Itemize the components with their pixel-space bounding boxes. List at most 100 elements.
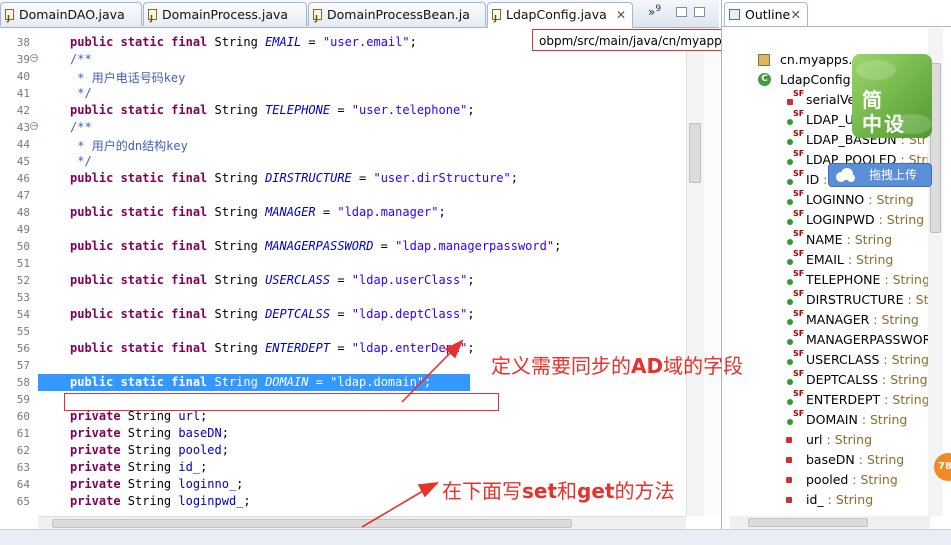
code-line[interactable]: 61 private String baseDN; [0,425,686,442]
minimize-icon[interactable] [676,7,687,17]
code-line[interactable]: 49 [0,221,686,238]
outline-item[interactable]: pooled : String [786,470,898,490]
code-line[interactable]: 44 * 用户的dn结构key [0,136,686,153]
code-line[interactable]: 52 public static final String USERCLASS =… [0,272,686,289]
code-text: public static final String USERCLASS = "… [70,273,475,287]
code-line[interactable]: 48 public static final String MANAGER = "… [0,204,686,221]
static-final-field-icon: SF [786,389,804,407]
code-text: private String pooled; [70,443,229,457]
outline-item[interactable]: SF ENTERDEPT : String [787,389,930,410]
private-field-icon [786,457,792,463]
scrollbar-thumb[interactable] [748,518,868,527]
code-text: */ [70,154,91,168]
code-token: String [214,375,266,389]
code-line[interactable]: 42 public static final String TELEPHONE =… [0,102,686,119]
outline-horizontal-scrollbar[interactable] [730,516,930,529]
code-line[interactable]: 50 public static final String MANAGERPASS… [0,238,686,255]
code-token: /** [70,120,92,134]
static-final-field-icon: SF [786,129,804,147]
outline-item[interactable]: url : String [786,430,872,450]
outline-item[interactable]: SF USERCLASS : String [787,349,929,370]
maximize-icon[interactable] [694,7,705,17]
line-number: 58 [16,376,30,389]
outline-item-type: : String [823,492,874,507]
close-tab-icon[interactable]: ✕ [616,3,626,27]
outline-item[interactable]: SF DEPTCALSS : String [787,369,928,390]
code-token: String [214,205,266,219]
code-line[interactable]: 55 [0,323,686,340]
outline-item[interactable]: SF LDAP_UI [787,109,858,130]
tab-overflow-button[interactable]: »9 [648,4,661,19]
outline-item-name: MANAGERPASSWOR [806,332,932,347]
outline-item[interactable]: SF DOMAIN : String [787,409,907,430]
outline-item[interactable]: SF DIRSTRUCTURE : Stri [787,289,937,310]
code-token: = [308,375,331,389]
outline-item[interactable]: SF ID : [787,169,828,190]
outline-item[interactable]: SF MANAGER : String [787,309,919,330]
java-file-icon [5,7,14,31]
outline-item-type: : String [879,352,929,367]
code-token: ; [467,307,475,321]
outline-item-name: LOGINPWD [806,212,875,227]
code-line-selected[interactable]: 58 public static final String DOMAIN = "l… [17,374,470,391]
code-line[interactable]: 53 [0,289,686,306]
code-token: public static final [70,273,215,287]
drag-upload-button[interactable]: 拖拽上传 [828,163,932,187]
code-line[interactable]: 41 */ [0,85,686,102]
code-token: = [330,273,352,287]
code-line[interactable]: 46 public static final String DIRSTRUCTUR… [0,170,686,187]
code-line[interactable]: 43− /** [0,119,686,136]
line-number: 42 [16,104,30,117]
outline-item[interactable]: baseDN : String [786,450,904,470]
code-line[interactable]: 54 public static final String DEPTCALSS =… [0,306,686,323]
outline-item[interactable]: SF LOGINNO : String [787,189,914,210]
tab-domaindao[interactable]: DomainDAO.java [0,2,142,31]
outline-item-name: serialVe [806,92,856,107]
code-text: private String loginpwd_; [70,494,251,508]
code-token: ; [467,273,475,287]
scrollbar-thumb[interactable] [689,123,701,183]
java-file-icon [313,7,322,31]
code-token: = [373,239,396,253]
outline-item[interactable]: SF TELEPHONE : String [787,269,930,290]
code-line[interactable]: 62 private String pooled; [0,442,686,459]
line-number: 61 [16,427,30,440]
outline-item[interactable]: SF MANAGERPASSWOR [787,329,932,350]
line-number: 63 [16,461,30,474]
tab-domainprocess[interactable]: DomainProcess.java [143,2,307,31]
outline-item[interactable]: SF LOGINPWD : String [787,209,924,230]
code-token: = [330,341,352,355]
outline-item-name: LOGINNO [806,192,865,207]
code-token: ; [221,426,229,440]
code-token: TELEPHONE [265,103,331,117]
outline-item[interactable]: id_ : String [786,490,874,510]
outline-item-type: : String [869,312,919,327]
close-tab-icon[interactable]: ✕ [791,3,801,27]
fold-toggle-icon[interactable]: − [30,54,38,62]
outline-icon [729,9,740,20]
cloud-upload-icon [836,168,855,182]
outline-item[interactable]: C LdapConfig [758,70,851,90]
code-editor[interactable]: 38 public static final String EMAIL = "us… [0,28,686,516]
editor-horizontal-scrollbar[interactable] [38,516,686,530]
outline-item[interactable]: SF NAME : String [787,229,892,250]
code-token: baseDN [178,426,222,440]
editor-vertical-scrollbar[interactable] [686,28,704,516]
fold-toggle-icon[interactable]: − [30,122,38,130]
outline-item[interactable]: SF EMAIL : String [787,249,893,270]
code-token: dn [127,139,143,153]
scrollbar-thumb[interactable] [52,519,572,528]
code-line[interactable]: 45 */ [0,153,686,170]
code-line[interactable]: 47 [0,187,686,204]
private-field-icon [786,497,792,503]
code-line[interactable]: 63 private String id_; [0,459,686,476]
code-line[interactable]: 39− /** [0,51,686,68]
outline-item[interactable]: SF serialVe [787,89,856,110]
code-line[interactable]: 51 [0,255,686,272]
tab-domainprocessbean[interactable]: DomainProcessBean.ja [308,2,486,31]
code-token: public static final [70,171,215,185]
outline-item[interactable]: cn.myapps.c [758,50,859,70]
tab-ldapconfig[interactable]: LdapConfig.java ✕ [487,2,633,31]
tab-outline[interactable]: Outline ✕ [724,2,808,26]
code-line[interactable]: 40 * 用户电话号码key [0,68,686,85]
